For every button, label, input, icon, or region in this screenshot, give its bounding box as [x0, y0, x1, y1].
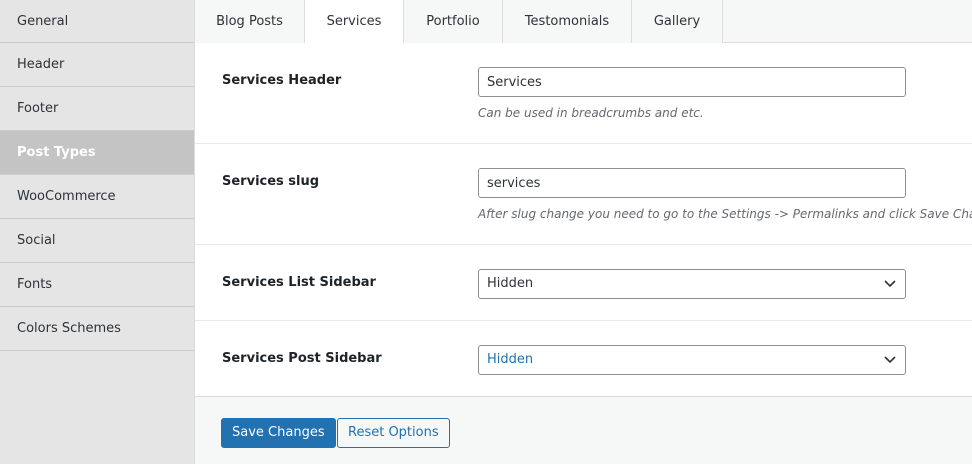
chevron-down-icon — [884, 280, 896, 288]
form-footer: Save Changes Reset Options — [195, 396, 972, 464]
tab-portfolio[interactable]: Portfolio — [404, 0, 503, 43]
save-changes-button[interactable]: Save Changes — [221, 418, 336, 448]
sidebar-item-fonts[interactable]: Fonts — [0, 263, 194, 307]
row-services-post-sidebar: Services Post Sidebar Hidden — [195, 321, 972, 396]
main-content: Blog Posts Services Portfolio Testomonia… — [195, 0, 972, 464]
services-header-label: Services Header — [222, 73, 342, 88]
services-slug-label: Services slug — [222, 174, 320, 189]
sidebar-item-footer[interactable]: Footer — [0, 87, 194, 131]
services-post-sidebar-value: Hidden — [487, 352, 534, 367]
sidebar-item-post-types[interactable]: Post Types — [0, 131, 194, 175]
settings-sidebar: General Header Footer Post Types WooComm… — [0, 0, 195, 464]
services-list-sidebar-select[interactable]: Hidden — [478, 269, 906, 299]
sidebar-item-general[interactable]: General — [0, 0, 194, 43]
services-slug-input[interactable] — [478, 168, 906, 198]
services-post-sidebar-select[interactable]: Hidden — [478, 345, 906, 375]
tab-bar: Blog Posts Services Portfolio Testomonia… — [195, 0, 972, 44]
sidebar-item-colors-schemes[interactable]: Colors Schemes — [0, 307, 194, 351]
tab-services[interactable]: Services — [305, 0, 404, 44]
settings-panel: Services Header Can be used in breadcrum… — [195, 43, 972, 396]
services-header-description: Can be used in breadcrumbs and etc. — [478, 106, 704, 120]
row-services-header: Services Header Can be used in breadcrum… — [195, 43, 972, 144]
tab-gallery[interactable]: Gallery — [632, 0, 723, 43]
services-list-sidebar-value: Hidden — [487, 276, 534, 291]
services-slug-description: After slug change you need to go to the … — [478, 207, 972, 221]
services-list-sidebar-label: Services List Sidebar — [222, 275, 376, 290]
tab-testomonials[interactable]: Testomonials — [503, 0, 632, 43]
sidebar-item-woocommerce[interactable]: WooCommerce — [0, 175, 194, 219]
row-services-slug: Services slug After slug change you need… — [195, 144, 972, 245]
row-services-list-sidebar: Services List Sidebar Hidden — [195, 245, 972, 321]
chevron-down-icon — [884, 356, 896, 364]
sidebar-item-social[interactable]: Social — [0, 219, 194, 263]
sidebar-item-header[interactable]: Header — [0, 43, 194, 87]
tab-blog-posts[interactable]: Blog Posts — [195, 0, 305, 43]
reset-options-button[interactable]: Reset Options — [337, 418, 450, 448]
services-post-sidebar-label: Services Post Sidebar — [222, 351, 382, 366]
services-header-input[interactable] — [478, 67, 906, 97]
